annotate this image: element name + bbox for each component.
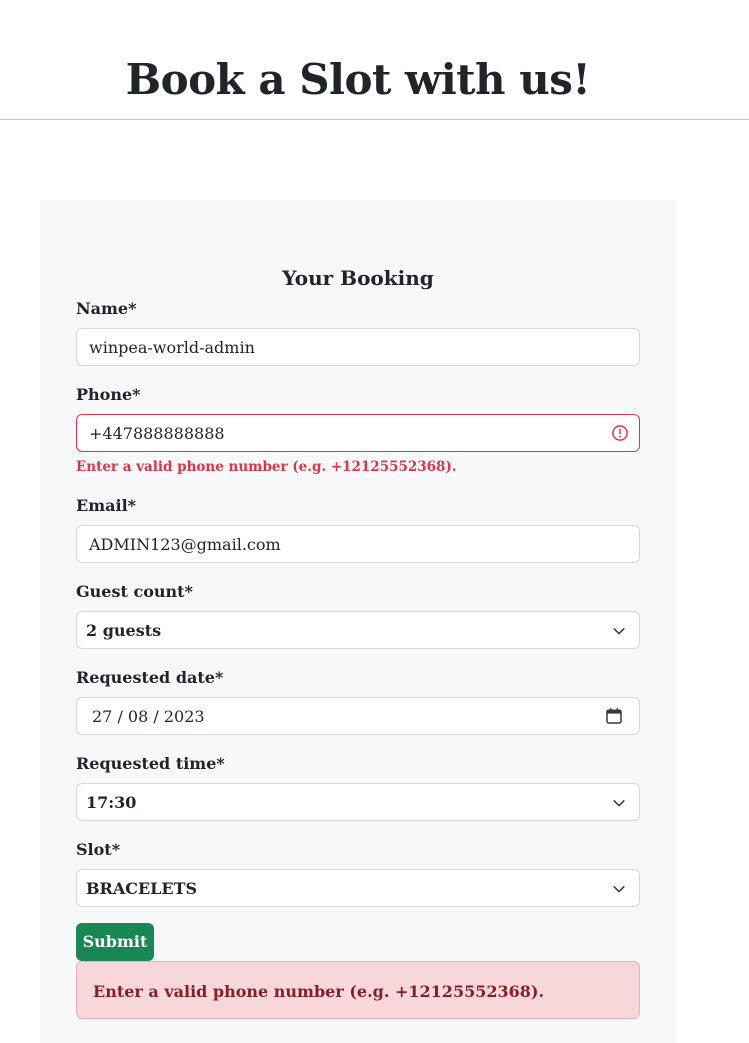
error-alert-message: Enter a valid phone number (e.g. +121255… <box>93 982 545 1001</box>
phone-label: Phone* <box>76 385 141 404</box>
guest-count-label: Guest count* <box>76 582 193 601</box>
slot-value: BRACELETS <box>86 879 198 898</box>
chevron-down-icon <box>613 628 625 635</box>
chevron-down-icon <box>613 886 625 893</box>
calendar-icon[interactable] <box>605 707 623 725</box>
email-input-value: ADMIN123@gmail.com <box>89 535 281 554</box>
email-input[interactable]: ADMIN123@gmail.com <box>76 525 640 563</box>
name-input-value: winpea-world-admin <box>89 338 255 357</box>
phone-input-value: +447888888888 <box>89 424 225 443</box>
guest-count-select[interactable]: 2 guests <box>76 611 640 649</box>
slot-label: Slot* <box>76 840 121 859</box>
requested-date-value: 27 / 08 / 2023 <box>92 707 205 726</box>
name-input[interactable]: winpea-world-admin <box>76 328 640 366</box>
chevron-down-icon <box>613 800 625 807</box>
error-alert: Enter a valid phone number (e.g. +121255… <box>76 961 640 1019</box>
email-label: Email* <box>76 496 137 515</box>
alert-circle-icon <box>612 425 628 441</box>
page-title: Book a Slot with us! <box>125 55 591 104</box>
guest-count-value: 2 guests <box>86 621 162 640</box>
slot-select[interactable]: BRACELETS <box>76 869 640 907</box>
requested-date-label: Requested date* <box>76 668 224 687</box>
requested-time-select[interactable]: 17:30 <box>76 783 640 821</box>
submit-button[interactable]: Submit <box>76 923 154 961</box>
form-title: Your Booking <box>282 266 434 290</box>
phone-input[interactable]: +447888888888 <box>76 414 640 452</box>
name-label: Name* <box>76 299 137 318</box>
phone-error-message: Enter a valid phone number (e.g. +121255… <box>76 459 457 475</box>
requested-time-label: Requested time* <box>76 754 225 773</box>
requested-time-value: 17:30 <box>86 793 137 812</box>
requested-date-input[interactable]: 27 / 08 / 2023 <box>76 697 640 735</box>
